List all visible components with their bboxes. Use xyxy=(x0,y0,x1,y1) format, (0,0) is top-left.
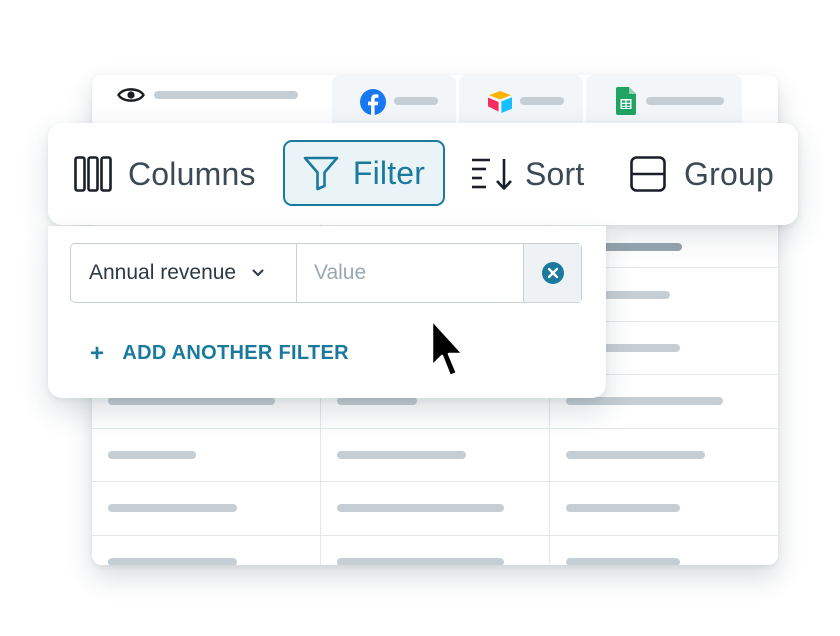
cell-placeholder xyxy=(108,397,275,405)
sort-button[interactable]: Sort xyxy=(471,123,585,225)
tab-facebook[interactable] xyxy=(332,75,456,125)
cell-placeholder xyxy=(108,558,237,565)
cell-placeholder xyxy=(566,558,680,565)
eye-icon xyxy=(117,84,145,111)
sort-icon xyxy=(471,157,513,191)
group-icon xyxy=(630,156,666,192)
chevron-down-icon xyxy=(252,269,264,277)
tab-airtable[interactable] xyxy=(459,75,583,125)
clear-filter-button[interactable] xyxy=(523,244,581,302)
filter-button[interactable]: Filter xyxy=(283,140,445,206)
row-divider xyxy=(92,428,778,429)
facebook-icon xyxy=(360,89,386,120)
tab-google-sheets[interactable] xyxy=(586,75,742,125)
add-another-filter-button[interactable]: + ADD ANOTHER FILTER xyxy=(90,339,349,367)
field-select[interactable]: Annual revenue xyxy=(71,244,297,302)
row-divider xyxy=(92,481,778,482)
filter-panel: Annual revenue + ADD ANOTHER FILTER xyxy=(48,226,606,398)
cell-placeholder xyxy=(108,504,237,512)
filter-rule-row: Annual revenue xyxy=(70,243,582,303)
airtable-icon xyxy=(487,90,513,119)
tab-title-placeholder xyxy=(646,97,724,105)
value-input[interactable] xyxy=(297,244,523,302)
filter-label: Filter xyxy=(352,154,426,191)
plus-icon: + xyxy=(90,339,105,367)
cell-placeholder xyxy=(566,397,723,405)
field-select-value: Annual revenue xyxy=(89,261,237,284)
group-label: Group xyxy=(684,155,774,192)
google-sheets-icon xyxy=(616,87,636,120)
close-circle-icon xyxy=(541,261,565,285)
group-button[interactable]: Group xyxy=(630,123,774,225)
funnel-icon xyxy=(303,155,339,191)
cell-placeholder xyxy=(337,451,466,459)
add-filter-label: ADD ANOTHER FILTER xyxy=(122,342,349,364)
cell-placeholder xyxy=(566,451,705,459)
cell-placeholder xyxy=(108,451,196,459)
cell-placeholder xyxy=(337,504,504,512)
columns-icon xyxy=(74,156,112,192)
sort-label: Sort xyxy=(525,155,585,192)
table-toolbar: Columns Filter Sort Group xyxy=(48,123,798,225)
cell-placeholder xyxy=(337,558,504,565)
cell-placeholder xyxy=(566,504,680,512)
tab-title-placeholder xyxy=(154,91,298,99)
mouse-pointer-icon xyxy=(428,318,468,387)
tab-title-placeholder xyxy=(394,97,438,105)
columns-label: Columns xyxy=(128,155,256,192)
columns-button[interactable]: Columns xyxy=(74,123,256,225)
tab-title-placeholder xyxy=(520,97,564,105)
tab-preview[interactable] xyxy=(92,75,330,125)
source-tab-strip xyxy=(92,75,778,125)
cell-placeholder xyxy=(337,397,417,405)
row-divider xyxy=(92,535,778,536)
